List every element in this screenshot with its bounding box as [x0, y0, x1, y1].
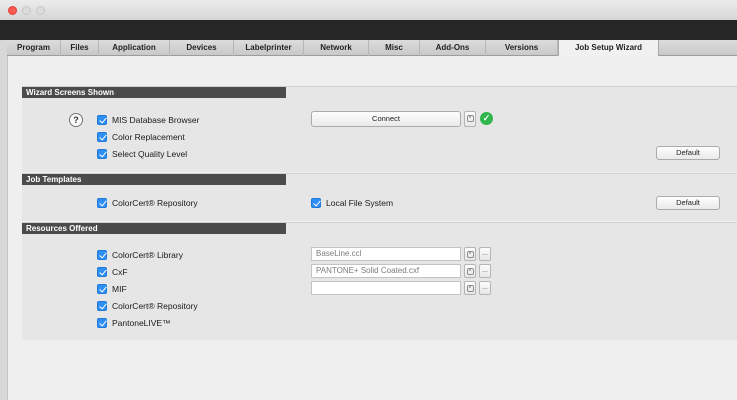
tab-devices[interactable]: Devices — [170, 40, 234, 56]
tab-versions[interactable]: Versions — [486, 40, 558, 56]
checkbox-icon[interactable] — [311, 198, 321, 208]
section-header-templates: Job Templates — [22, 174, 286, 185]
resource-cxf: CxF — [97, 266, 128, 278]
template-local-file-system: Local File System — [311, 197, 393, 209]
checkbox-icon[interactable] — [97, 132, 107, 142]
resource-mif: MIF — [97, 283, 127, 295]
tab-misc[interactable]: Misc — [369, 40, 420, 56]
tab-program[interactable]: Program — [7, 40, 61, 56]
template-item-label: Local File System — [326, 198, 394, 208]
tab-files[interactable]: Files — [61, 40, 99, 56]
checkbox-icon[interactable] — [97, 301, 107, 311]
clear-mif-button[interactable]: × — [464, 281, 476, 295]
resource-item-label: ColorCert® Repository — [112, 301, 198, 311]
resources-offered-section: Resources Offered ColorCert® Library Bas… — [22, 222, 737, 340]
connect-button[interactable]: Connect — [311, 111, 461, 127]
checkbox-icon[interactable] — [97, 318, 107, 328]
job-templates-section: Job Templates ColorCert® Repository Loca… — [22, 173, 737, 221]
help-icon[interactable]: ? — [69, 113, 83, 127]
resource-item-label: PantoneLIVE™ — [112, 318, 171, 328]
resource-colorcert-repository: ColorCert® Repository — [97, 300, 198, 312]
resource-item-label: ColorCert® Library — [112, 250, 183, 260]
tab-application[interactable]: Application — [99, 40, 170, 56]
clear-library-button[interactable]: × — [464, 247, 476, 261]
checkbox-icon[interactable] — [97, 250, 107, 260]
wizard-item-label: Select Quality Level — [112, 149, 188, 159]
resource-item-label: MIF — [112, 284, 127, 294]
resource-item-label: CxF — [112, 267, 128, 277]
clear-connection-button[interactable]: × — [464, 111, 476, 127]
wizard-item-label: Color Replacement — [112, 132, 185, 142]
clear-icon: × — [466, 268, 474, 275]
minimize-window-button[interactable] — [22, 6, 31, 15]
checkbox-icon[interactable] — [97, 149, 107, 159]
zoom-window-button[interactable] — [36, 6, 45, 15]
clear-icon: × — [466, 115, 474, 122]
wizard-item-quality-level: Select Quality Level — [97, 148, 187, 160]
tab-job-setup-wizard[interactable]: Job Setup Wizard — [558, 40, 659, 57]
default-button-templates[interactable]: Default — [656, 196, 720, 210]
default-button-wizard[interactable]: Default — [656, 146, 720, 160]
tab-add-ons[interactable]: Add-Ons — [420, 40, 486, 56]
checkbox-icon[interactable] — [97, 115, 107, 125]
browse-library-button[interactable]: ... — [479, 247, 491, 261]
template-item-label: ColorCert® Repository — [112, 198, 198, 208]
close-window-button[interactable] — [8, 6, 17, 15]
clear-cxf-button[interactable]: × — [464, 264, 476, 278]
tab-network[interactable]: Network — [304, 40, 369, 56]
wizard-item-label: MIS Database Browser — [112, 115, 200, 125]
wizard-item-color-replacement: Color Replacement — [97, 131, 185, 143]
section-header-wizard: Wizard Screens Shown — [22, 87, 286, 98]
browse-cxf-button[interactable]: ... — [479, 264, 491, 278]
colorcert-library-file-field[interactable]: BaseLine.ccl — [311, 247, 461, 261]
browse-mif-button[interactable]: ... — [479, 281, 491, 295]
window-titlebar — [0, 0, 737, 20]
wizard-item-mis-database: MIS Database Browser — [97, 114, 199, 126]
clear-icon: × — [466, 285, 474, 292]
resource-pantonelive: PantoneLIVE™ — [97, 317, 171, 329]
checkbox-icon[interactable] — [97, 267, 107, 277]
tab-content-panel: Wizard Screens Shown ? MIS Database Brow… — [7, 56, 737, 400]
wizard-screens-section: Wizard Screens Shown ? MIS Database Brow… — [22, 86, 737, 172]
clear-icon: × — [466, 251, 474, 258]
cxf-file-field[interactable]: PANTONE+ Solid Coated.cxf — [311, 264, 461, 278]
toolbar-strip — [0, 20, 737, 40]
mif-file-field[interactable] — [311, 281, 461, 295]
checkbox-icon[interactable] — [97, 284, 107, 294]
tab-labelprinter[interactable]: Labelprinter — [234, 40, 304, 56]
resource-colorcert-library: ColorCert® Library — [97, 249, 183, 261]
checkbox-icon[interactable] — [97, 198, 107, 208]
tab-bar: Program Files Application Devices Labelp… — [7, 40, 737, 57]
check-circle-icon: ✓ — [480, 112, 493, 125]
template-colorcert-repository: ColorCert® Repository — [97, 197, 198, 209]
section-header-resources: Resources Offered — [22, 223, 286, 234]
